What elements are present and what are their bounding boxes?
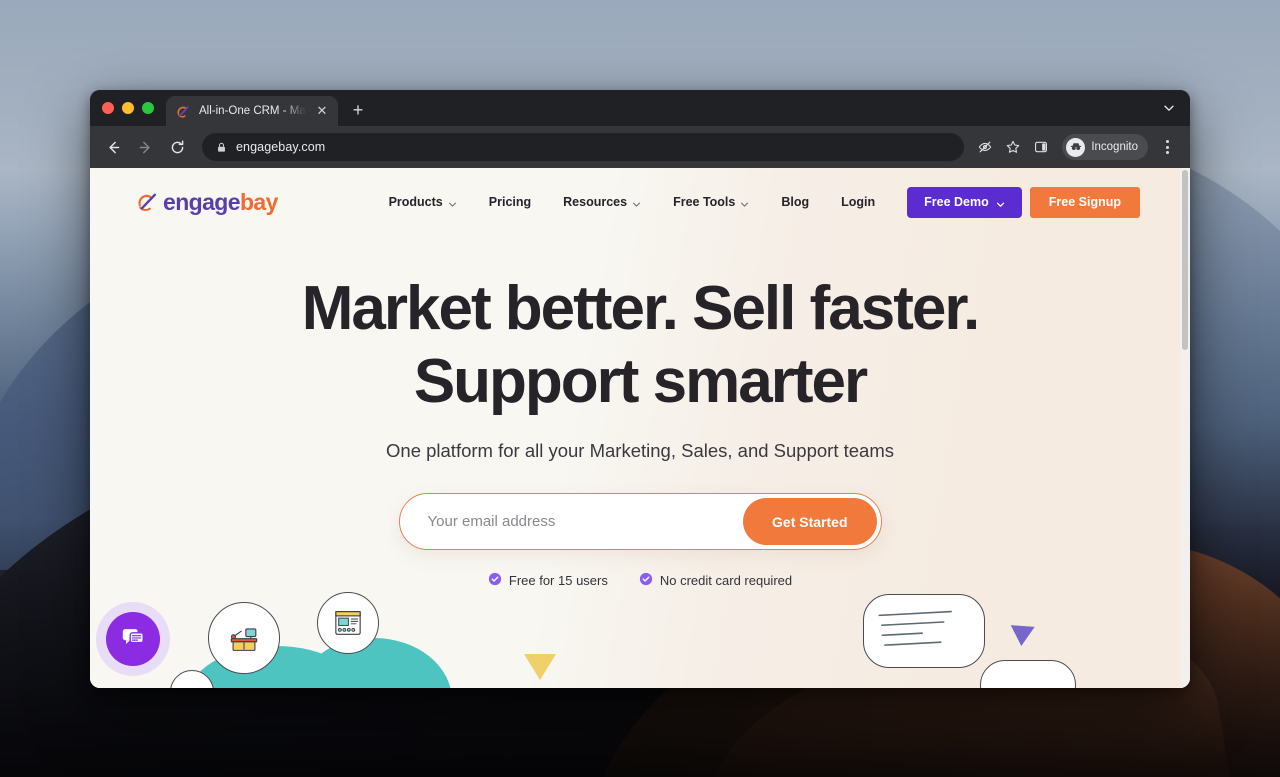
nav-label: Login	[841, 195, 876, 209]
maximize-window-button[interactable]	[142, 102, 154, 114]
nav-item-blog[interactable]: Blog	[765, 195, 825, 209]
nav-item-free-tools[interactable]: Free Tools	[657, 195, 765, 209]
check-circle-icon	[488, 572, 502, 589]
chevron-down-icon	[740, 198, 749, 207]
browser-tab-title: All-in-One CRM - Marketing, S	[199, 105, 306, 117]
hero-headline-line1: Market better. Sell faster.	[301, 274, 981, 343]
speech-bubble-large	[863, 594, 985, 668]
nav-item-pricing[interactable]: Pricing	[473, 195, 547, 209]
free-demo-button[interactable]: Free Demo	[907, 186, 1022, 218]
chevron-down-icon	[632, 198, 641, 207]
nav-label: Free Tools	[673, 195, 736, 209]
free-signup-button[interactable]: Free Signup	[1029, 186, 1140, 218]
nav-label: Products	[388, 195, 443, 209]
landing-page-icon-circle	[317, 592, 379, 654]
free-signup-label: Free Signup	[1048, 195, 1121, 209]
main-navigation: Products Pricing Resources Free Tools Bl…	[373, 186, 1140, 218]
incognito-label: Incognito	[1091, 141, 1138, 153]
badge-free-users: Free for 15 users	[488, 572, 608, 589]
engagebay-logo[interactable]: engagebay	[136, 189, 278, 216]
reload-button[interactable]	[162, 132, 192, 162]
nav-item-login[interactable]: Login	[825, 195, 891, 209]
incognito-spy-icon	[1066, 137, 1086, 157]
lock-icon	[216, 142, 227, 153]
forward-button[interactable]	[130, 132, 160, 162]
page-scrollbar[interactable]	[1180, 168, 1190, 688]
logo-text-engage: engage	[163, 188, 241, 215]
page-title: Market better. Sell faster. Support smar…	[90, 272, 1190, 418]
engagebay-favicon	[176, 104, 191, 119]
browser-window: All-in-One CRM - Marketing, S ✕ +	[90, 90, 1190, 688]
star-icon[interactable]	[1000, 134, 1026, 160]
trust-badges: Free for 15 users No credit card require…	[90, 572, 1190, 589]
three-dot-menu-icon[interactable]	[1154, 134, 1180, 160]
nav-label: Resources	[563, 195, 628, 209]
eye-slash-icon[interactable]	[972, 134, 998, 160]
desktop-wallpaper: All-in-One CRM - Marketing, S ✕ +	[0, 0, 1280, 777]
free-demo-label: Free Demo	[924, 195, 989, 209]
window-traffic-lights	[100, 90, 166, 126]
chat-badge[interactable]	[106, 612, 160, 666]
purple-triangle	[1009, 625, 1035, 647]
badge-label: Free for 15 users	[508, 573, 608, 589]
tab-search-chevron-icon[interactable]	[1158, 97, 1180, 119]
site-header: engagebay Products Pricing Resources Fre…	[90, 174, 1190, 230]
logo-text: engagebay	[163, 189, 278, 216]
badge-no-credit-card: No credit card required	[639, 572, 792, 589]
speech-bubble-small	[980, 660, 1076, 688]
page-viewport: engagebay Products Pricing Resources Fre…	[90, 168, 1190, 688]
browser-tab-strip: All-in-One CRM - Marketing, S ✕ +	[90, 90, 1190, 126]
page-scrollbar-thumb	[1182, 170, 1188, 350]
hero-subtitle: One platform for all your Marketing, Sal…	[386, 440, 894, 462]
check-circle-icon	[639, 572, 653, 589]
email-input[interactable]	[399, 494, 744, 550]
browser-toolbar: engagebay.com Incognito	[90, 126, 1190, 168]
browser-tab[interactable]: All-in-One CRM - Marketing, S ✕	[166, 96, 338, 126]
minimize-window-button[interactable]	[122, 102, 134, 114]
nav-item-resources[interactable]: Resources	[547, 195, 657, 209]
nav-item-products[interactable]: Products	[373, 195, 473, 209]
incognito-profile-chip[interactable]: Incognito	[1062, 134, 1148, 160]
nav-label: Blog	[781, 195, 810, 209]
address-bar[interactable]: engagebay.com	[202, 133, 965, 161]
chevron-down-icon	[996, 198, 1005, 207]
close-window-button[interactable]	[102, 102, 114, 114]
badge-label: No credit card required	[659, 573, 793, 589]
hero-illustration	[90, 588, 1190, 688]
address-bar-url: engagebay.com	[236, 140, 326, 154]
logo-text-bay: bay	[239, 188, 278, 215]
nav-label: Pricing	[488, 195, 532, 209]
new-tab-button[interactable]: +	[344, 96, 372, 124]
landing-page-icon	[335, 611, 361, 635]
hero-section: Market better. Sell faster. Support smar…	[90, 230, 1190, 589]
desk-workstation-icon	[230, 628, 258, 651]
chat-bubble-icon	[120, 624, 146, 655]
signup-form: Get Started	[398, 493, 882, 551]
teal-blob-right	[302, 638, 452, 688]
back-button[interactable]	[98, 132, 128, 162]
engagebay-logo-icon	[136, 190, 160, 214]
chevron-down-icon	[448, 198, 457, 207]
side-panel-icon[interactable]	[1028, 134, 1054, 160]
desk-icon-circle	[208, 602, 280, 674]
hero-headline-line2: Support smarter	[413, 347, 868, 417]
yellow-triangle	[524, 654, 556, 680]
close-tab-button[interactable]: ✕	[314, 103, 330, 119]
get-started-button[interactable]: Get Started	[743, 498, 877, 546]
